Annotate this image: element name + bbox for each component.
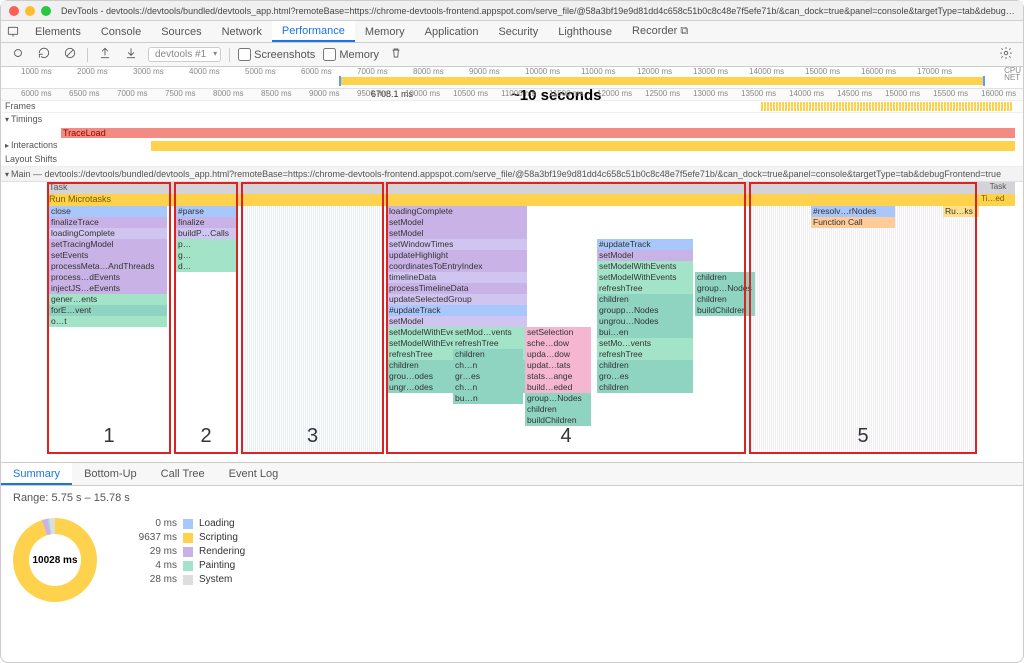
- reload-record-button[interactable]: [35, 44, 53, 65]
- record-button[interactable]: [9, 44, 27, 65]
- summary-tab-event-log[interactable]: Event Log: [217, 463, 291, 485]
- delete-button[interactable]: [387, 44, 405, 65]
- legend-row: 9637 msScripting: [127, 532, 245, 543]
- summary-tab-bottom-up[interactable]: Bottom-Up: [72, 463, 149, 485]
- separator: [87, 48, 88, 62]
- tab-sources[interactable]: Sources: [151, 21, 211, 42]
- window-controls[interactable]: [9, 6, 51, 16]
- maximize-window-icon[interactable]: [41, 6, 51, 16]
- tab-recorder-[interactable]: Recorder ⧉: [622, 21, 698, 42]
- tab-performance[interactable]: Performance: [272, 21, 355, 42]
- legend-row: 0 msLoading: [127, 518, 245, 529]
- region-5: 5: [749, 182, 977, 454]
- summary-tab-bar: SummaryBottom-UpCall TreeEvent Log: [1, 462, 1023, 486]
- tab-memory[interactable]: Memory: [355, 21, 415, 42]
- interactions-row[interactable]: Interactions: [1, 139, 1023, 153]
- frames-bars: [761, 102, 1013, 111]
- summary-tab-call-tree[interactable]: Call Tree: [149, 463, 217, 485]
- window-title: DevTools - devtools://devtools/bundled/d…: [61, 6, 1015, 16]
- trace-load-bar[interactable]: TraceLoad: [61, 128, 1015, 138]
- overview-ruler: 1000 ms2000 ms3000 ms4000 ms5000 ms6000 …: [1, 67, 1023, 77]
- tab-lighthouse[interactable]: Lighthouse: [548, 21, 622, 42]
- separator: [229, 48, 230, 62]
- clear-button[interactable]: [61, 44, 79, 65]
- overview-strip[interactable]: 1000 ms2000 ms3000 ms4000 ms5000 ms6000 …: [1, 67, 1023, 89]
- timeline-ruler[interactable]: 6708.1 ms ~10 seconds 6000 ms6500 ms7000…: [1, 89, 1023, 101]
- legend-swatch: [183, 519, 193, 529]
- timings-label[interactable]: Timings: [5, 114, 42, 124]
- region-4: 4: [386, 182, 746, 454]
- range-text: Range: 5.75 s – 15.78 s: [1, 486, 1023, 510]
- close-window-icon[interactable]: [9, 6, 19, 16]
- overview-lane-labels: CPUNET: [1004, 67, 1021, 81]
- task-bar-right[interactable]: Task: [981, 182, 1015, 194]
- timings-row[interactable]: Timings: [1, 113, 1023, 127]
- legend-row: 4 msPainting: [127, 560, 245, 571]
- main-thread-header[interactable]: Main — devtools://devtools/bundled/devto…: [1, 167, 1023, 182]
- tab-elements[interactable]: Elements: [25, 21, 91, 42]
- legend-swatch: [183, 561, 193, 571]
- download-button[interactable]: [122, 44, 140, 65]
- donut-total: 10028 ms: [29, 534, 81, 586]
- legend-swatch: [183, 533, 193, 543]
- region-3: 3: [241, 182, 384, 454]
- region-2: 2: [174, 182, 238, 454]
- upload-button[interactable]: [96, 44, 114, 65]
- region-1: 1: [47, 182, 171, 454]
- memory-checkbox[interactable]: Memory: [323, 48, 379, 61]
- interactions-label[interactable]: Interactions: [5, 140, 58, 150]
- inspect-icon[interactable]: [1, 21, 25, 42]
- summary-donut: 10028 ms: [13, 518, 97, 602]
- legend-swatch: [183, 575, 193, 585]
- summary-tab-summary[interactable]: Summary: [1, 463, 72, 485]
- tab-application[interactable]: Application: [415, 21, 489, 42]
- tab-security[interactable]: Security: [488, 21, 548, 42]
- minimize-window-icon[interactable]: [25, 6, 35, 16]
- summary-legend: 0 msLoading 9637 msScripting 29 msRenderin…: [127, 518, 245, 602]
- perf-toolbar: devtools #1 Screenshots Memory: [1, 43, 1023, 67]
- screenshots-checkbox[interactable]: Screenshots: [238, 48, 315, 61]
- window-titlebar: DevTools - devtools://devtools/bundled/d…: [1, 1, 1023, 21]
- tab-network[interactable]: Network: [212, 21, 272, 42]
- layout-shifts-row[interactable]: Layout Shifts: [1, 153, 1023, 167]
- interactions-bar[interactable]: [151, 141, 1015, 151]
- frames-label: Frames: [5, 101, 36, 111]
- settings-icon[interactable]: [997, 44, 1015, 65]
- trace-load-row: TraceLoad: [1, 127, 1023, 139]
- profile-selector[interactable]: devtools #1: [148, 47, 221, 62]
- legend-swatch: [183, 547, 193, 557]
- overview-selection[interactable]: [341, 77, 983, 85]
- devtools-tab-bar: ElementsConsoleSourcesNetworkPerformance…: [1, 21, 1023, 43]
- tab-console[interactable]: Console: [91, 21, 151, 42]
- frames-row: Frames: [1, 101, 1023, 113]
- legend-row: 29 msRendering: [127, 546, 245, 557]
- layout-shifts-label[interactable]: Layout Shifts: [5, 154, 57, 164]
- summary-panel: 10028 ms 0 msLoading 9637 msScripting 29 m…: [1, 510, 1023, 610]
- legend-row: 28 msSystem: [127, 574, 245, 585]
- flame-chart[interactable]: Task Task Run Microtasks Ti…ed closefina…: [1, 182, 1023, 462]
- microtask-right[interactable]: Ti…ed: [981, 194, 1015, 206]
